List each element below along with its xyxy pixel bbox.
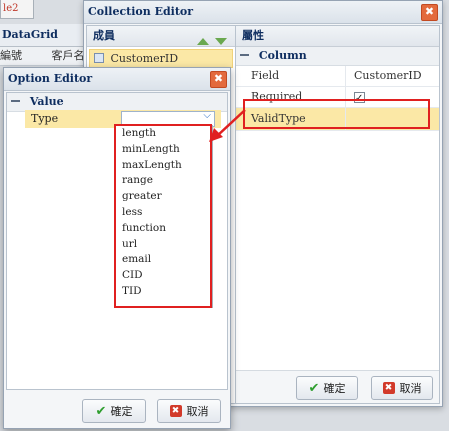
property-group-label: Column [258, 49, 307, 62]
members-header-label: 成員 [93, 29, 115, 42]
annotation-highlight-dropdown [114, 124, 212, 308]
cancel-icon: ✖ [382, 382, 395, 394]
property-value[interactable]: CustomerID [346, 66, 439, 86]
properties-header-label: 屬性 [242, 29, 264, 42]
collapse-icon[interactable] [240, 54, 249, 56]
arrow-up-icon[interactable] [197, 38, 210, 45]
collection-editor-title: Collection Editor [88, 5, 194, 18]
cancel-button-label: 取消 [186, 405, 209, 418]
member-item-label: CustomerID [110, 52, 179, 65]
cancel-icon: ✖ [169, 405, 182, 417]
close-icon[interactable]: ✖ [421, 4, 438, 21]
collection-editor-footer: ✔ 確定 ✖ 取消 [236, 370, 439, 403]
collapse-icon[interactable] [11, 100, 20, 102]
type-label: Type [31, 112, 59, 125]
option-editor-titlebar[interactable]: Option Editor ✖ [4, 68, 230, 91]
arrow-down-icon[interactable] [215, 38, 227, 45]
option-editor-footer: ✔ 確定 ✖ 取消 [4, 392, 230, 428]
ok-button[interactable]: ✔ 確定 [82, 399, 146, 423]
member-item-customerid[interactable]: CustomerID [89, 49, 233, 68]
properties-header: 屬性 [236, 26, 439, 47]
column-icon [94, 53, 104, 63]
annotation-highlight-validtype [243, 99, 430, 129]
checkmark-icon: ✔ [308, 380, 320, 396]
cancel-button[interactable]: ✖ 取消 [157, 399, 221, 423]
close-icon[interactable]: ✖ [210, 71, 227, 88]
cancel-button[interactable]: ✖ 取消 [371, 376, 433, 400]
option-editor-title: Option Editor [8, 72, 93, 85]
cancel-button-label: 取消 [399, 382, 422, 395]
ok-button-label: 確定 [323, 382, 346, 395]
property-row-field[interactable]: Field CustomerID [236, 66, 439, 87]
column-header-name[interactable]: 客戶名 [52, 47, 85, 65]
ok-button-label: 確定 [110, 405, 133, 418]
column-header-id[interactable]: 編號 [0, 47, 48, 65]
annotation-arrow-icon [209, 109, 246, 142]
members-header: 成員 [87, 26, 235, 47]
collection-editor-titlebar[interactable]: Collection Editor ✖ [84, 1, 442, 24]
background-tab[interactable]: le2 [0, 0, 34, 19]
option-group-label: Value [29, 95, 64, 108]
property-name: Field [236, 66, 346, 86]
properties-panel: 屬性 Column Field CustomerID Required Vali… [236, 26, 439, 403]
checkmark-icon: ✔ [95, 403, 107, 419]
ok-button[interactable]: ✔ 確定 [296, 376, 358, 400]
property-group-column[interactable]: Column [236, 47, 439, 66]
